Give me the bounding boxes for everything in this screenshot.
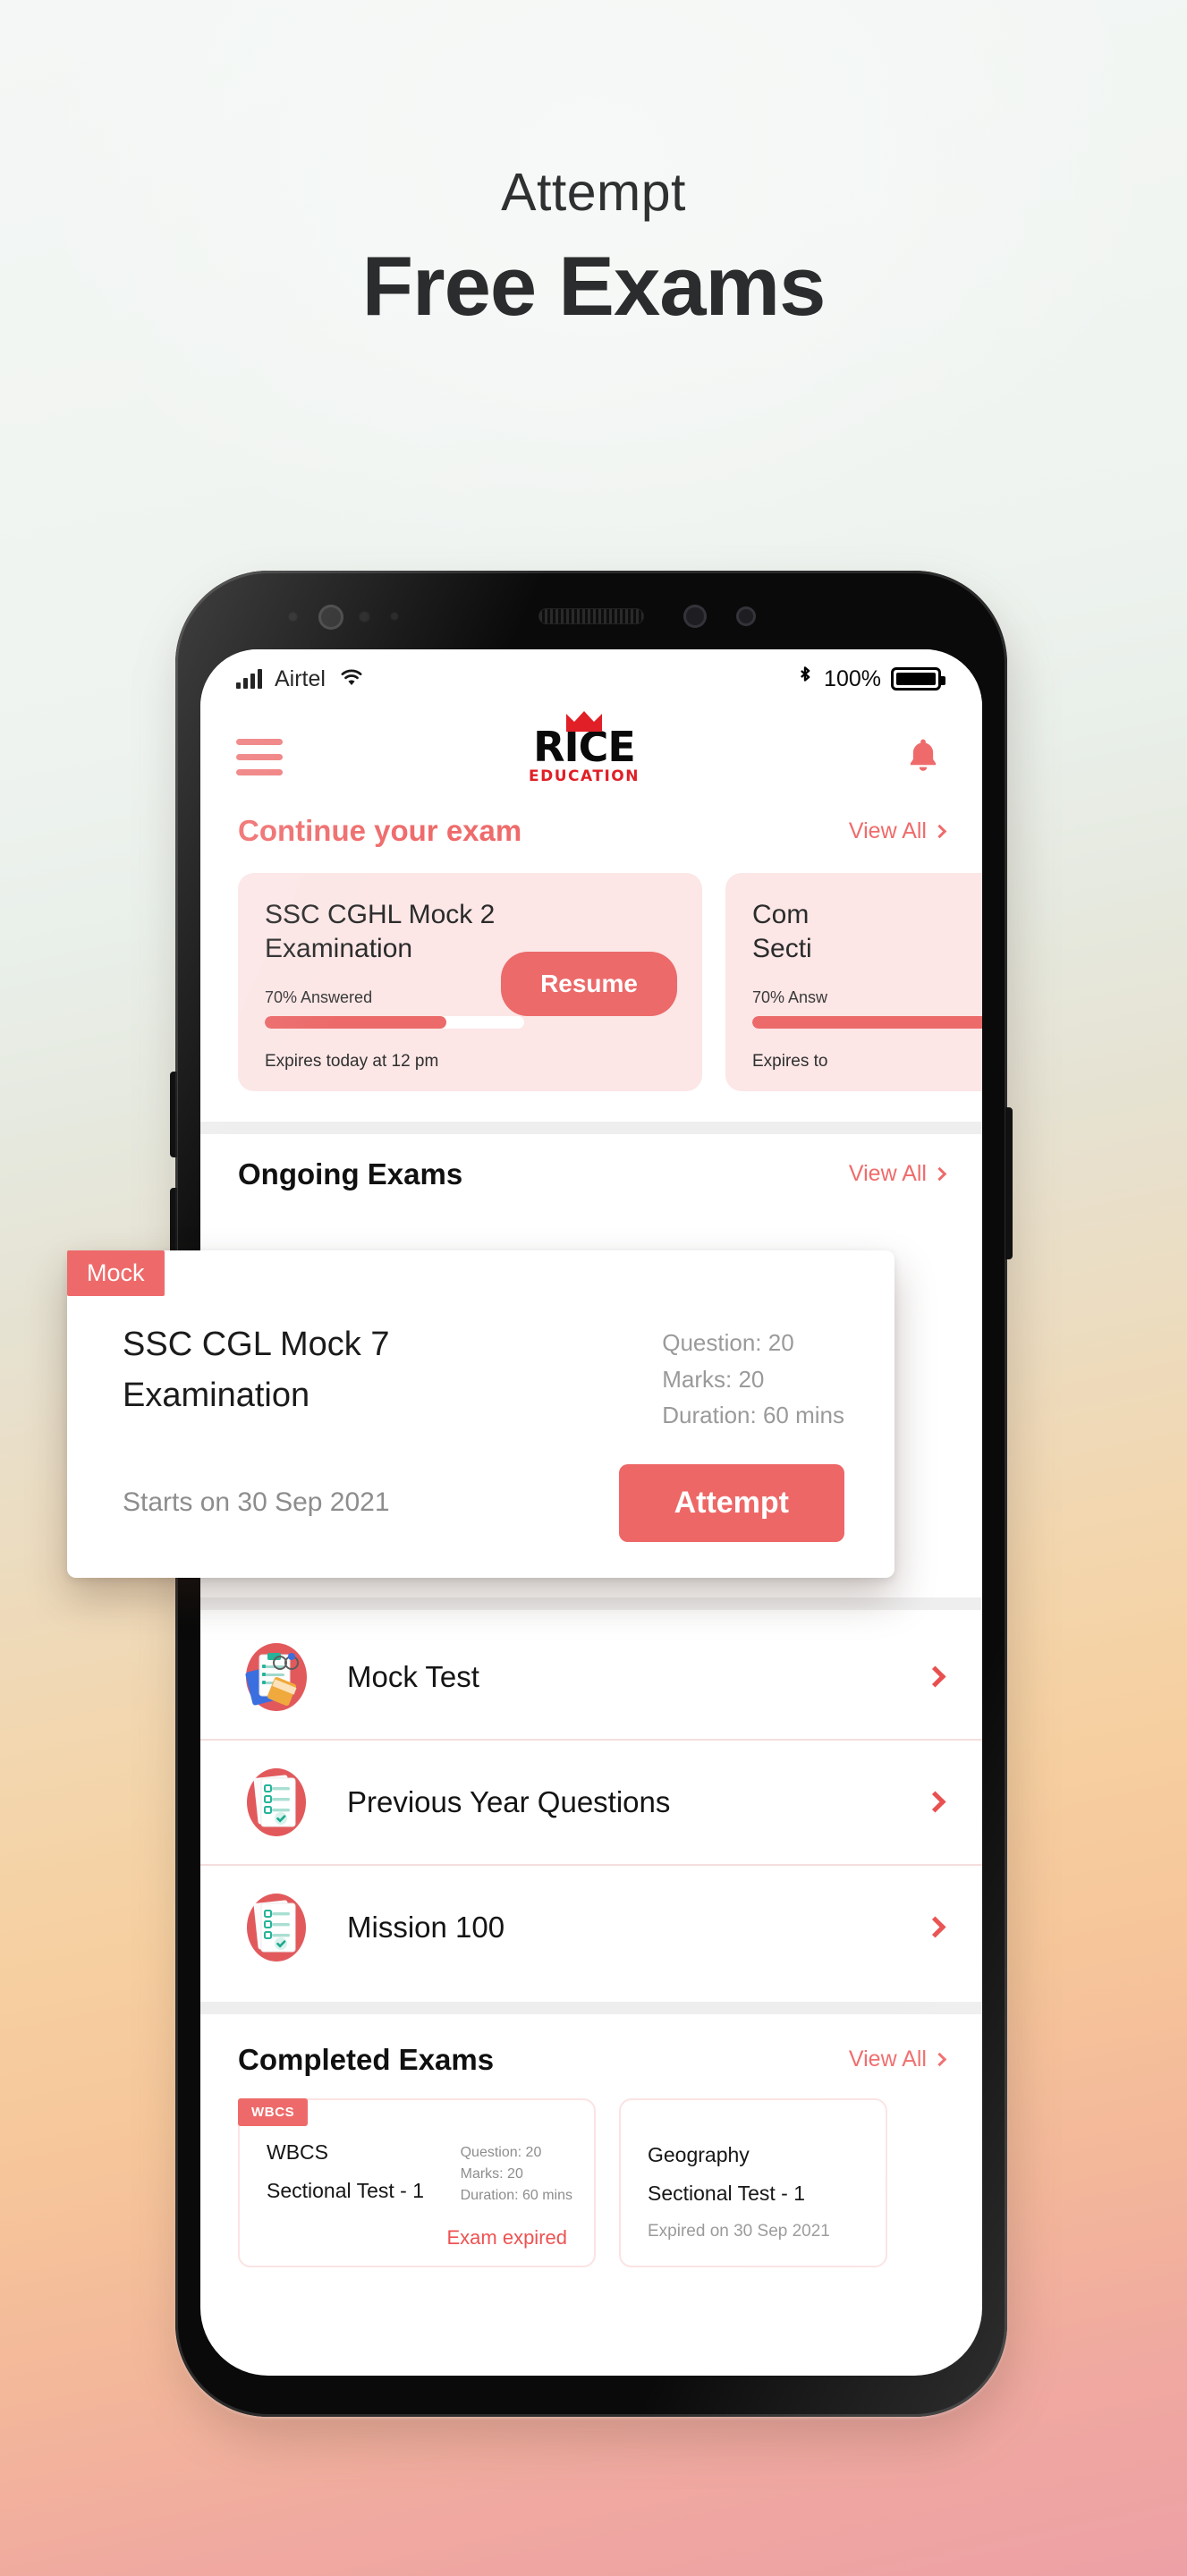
sensor-dot-3	[390, 612, 399, 621]
promo-headline: Attempt Free Exams	[0, 0, 1187, 328]
continue-card-title-line2: Secti	[752, 934, 812, 964]
completed-view-all-link[interactable]: View All	[848, 2046, 947, 2072]
menu-label: Mission 100	[347, 1910, 505, 1944]
highlight-card-title-line2: Examination	[123, 1377, 310, 1414]
mission-100-icon	[238, 1889, 315, 1966]
signal-bars-icon	[236, 669, 262, 689]
view-all-label: View All	[848, 1161, 927, 1187]
continue-card[interactable]: Com Secti 70% Answ Expires to	[725, 873, 982, 1091]
highlight-card-question: Question: 20	[662, 1329, 794, 1356]
sensor-dot-4	[683, 605, 707, 628]
ongoing-view-all-link[interactable]: View All	[848, 1161, 947, 1187]
view-all-label: View All	[848, 2046, 927, 2072]
completed-card-meta: Question: 20 Marks: 20 Duration: 60 mins	[461, 2131, 572, 2207]
continue-card-expiry: Expires to	[752, 1051, 828, 1071]
continue-cards-scroller[interactable]: SSC CGHL Mock 2 Examination 70% Answered…	[200, 848, 982, 1122]
resume-button[interactable]: Resume	[501, 952, 677, 1016]
completed-card-line1: WBCS	[267, 2140, 328, 2164]
menu-row-previous-year-questions[interactable]: Previous Year Questions	[200, 1738, 982, 1864]
front-camera-icon	[318, 605, 343, 630]
carrier-label: Airtel	[275, 665, 326, 691]
phone-button-left-upper[interactable]	[170, 1072, 177, 1157]
completed-card-status: Expired on 30 Sep 2021	[648, 2221, 830, 2241]
menu-label: Mock Test	[347, 1659, 479, 1693]
highlight-card-badge: Mock	[67, 1250, 165, 1296]
continue-section-title: Continue your exam	[238, 814, 522, 847]
highlight-card-marks: Marks: 20	[662, 1365, 765, 1393]
app-logo: RICE EDUCATION	[529, 710, 640, 786]
notification-bell-icon[interactable]	[903, 736, 943, 777]
completed-card-marks: Marks: 20	[460, 2165, 523, 2182]
completed-card-status: Exam expired	[446, 2225, 567, 2249]
highlight-exam-card[interactable]: Mock SSC CGL Mock 7 Examination Question…	[67, 1250, 894, 1578]
highlight-card-duration: Duration: 60 mins	[662, 1402, 844, 1429]
completed-card-duration: Duration: 60 mins	[460, 2187, 572, 2203]
highlight-card-meta: Question: 20 Marks: 20 Duration: 60 mins	[662, 1319, 844, 1434]
chevron-right-icon	[924, 1791, 946, 1813]
promo-line-1: Attempt	[501, 163, 686, 222]
chevron-right-icon	[924, 1665, 946, 1688]
completed-card-line1: Geography	[648, 2142, 750, 2166]
phone-sensor-cluster	[175, 596, 1007, 644]
completed-card-line2: Sectional Test - 1	[648, 2181, 806, 2205]
continue-section-header: Continue your exam View All	[200, 814, 982, 848]
menu-row-mock-test[interactable]: Mock Test	[200, 1615, 982, 1739]
ongoing-section-title: Ongoing Exams	[238, 1157, 463, 1191]
wifi-icon	[338, 666, 365, 692]
menu-row-mission-100[interactable]: Mission 100	[200, 1863, 982, 1989]
chevron-right-icon	[932, 2053, 947, 2067]
section-divider	[200, 2001, 982, 2014]
section-divider	[200, 1597, 982, 1610]
highlight-card-starts: Starts on 30 Sep 2021	[123, 1487, 390, 1518]
previous-year-questions-icon	[238, 1764, 315, 1841]
sensor-dot-2	[359, 611, 370, 623]
menu-label: Previous Year Questions	[347, 1784, 671, 1818]
chevron-right-icon	[924, 1916, 946, 1938]
status-bar: Airtel 100%	[200, 649, 982, 708]
section-divider	[200, 1121, 982, 1134]
attempt-button[interactable]: Attempt	[618, 1463, 844, 1542]
logo-text-sub: EDUCATION	[529, 767, 640, 786]
completed-card[interactable]: Geography Sectional Test - 1 Expired on …	[619, 2097, 887, 2267]
battery-full-icon	[891, 667, 945, 691]
bluetooth-icon	[796, 665, 814, 694]
continue-card-expiry: Expires today at 12 pm	[265, 1051, 439, 1071]
sensor-dot-1	[288, 612, 298, 622]
earpiece-speaker	[538, 608, 644, 624]
continue-card-progress-bar	[265, 1015, 524, 1029]
completed-section-header: Completed Exams View All	[200, 2043, 982, 2077]
ongoing-section-header: Ongoing Exams View All	[200, 1157, 982, 1191]
chevron-right-icon	[932, 824, 947, 838]
highlight-card-title-line1: SSC CGL Mock 7	[123, 1326, 390, 1363]
completed-card[interactable]: WBCS WBCS Sectional Test - 1 Question: 2…	[238, 2097, 596, 2267]
completed-card-question: Question: 20	[460, 2144, 542, 2160]
completed-card-badge: WBCS	[238, 2097, 309, 2126]
category-menu-list: Mock Test Previous Year Questions Missio…	[200, 1610, 982, 1989]
chevron-right-icon	[932, 1167, 947, 1182]
continue-card-progress-bar	[752, 1015, 982, 1029]
continue-card-title: Com Secti	[752, 898, 982, 967]
continue-view-all-link[interactable]: View All	[848, 818, 947, 844]
continue-card-title-line1: Com	[752, 900, 810, 929]
app-header: RICE EDUCATION	[200, 708, 982, 805]
battery-percent-label: 100%	[824, 665, 881, 691]
continue-card[interactable]: SSC CGHL Mock 2 Examination 70% Answered…	[238, 873, 702, 1091]
continue-card-answered: 70% Answ	[752, 987, 828, 1006]
completed-card-line2: Sectional Test - 1	[267, 2178, 425, 2202]
sensor-dot-5	[736, 606, 756, 626]
crown-icon	[564, 710, 604, 736]
promo-line-2: Free Exams	[361, 239, 827, 333]
view-all-label: View All	[848, 818, 927, 843]
phone-button-right[interactable]	[1005, 1107, 1013, 1259]
completed-section-title: Completed Exams	[238, 2042, 495, 2076]
completed-cards-scroller[interactable]: WBCS WBCS Sectional Test - 1 Question: 2…	[200, 2077, 982, 2294]
hamburger-menu-icon[interactable]	[236, 738, 283, 775]
mock-test-icon	[238, 1639, 315, 1716]
highlight-card-title: SSC CGL Mock 7 Examination	[123, 1319, 389, 1434]
continue-card-title-line1: SSC CGHL Mock 2	[265, 900, 496, 929]
